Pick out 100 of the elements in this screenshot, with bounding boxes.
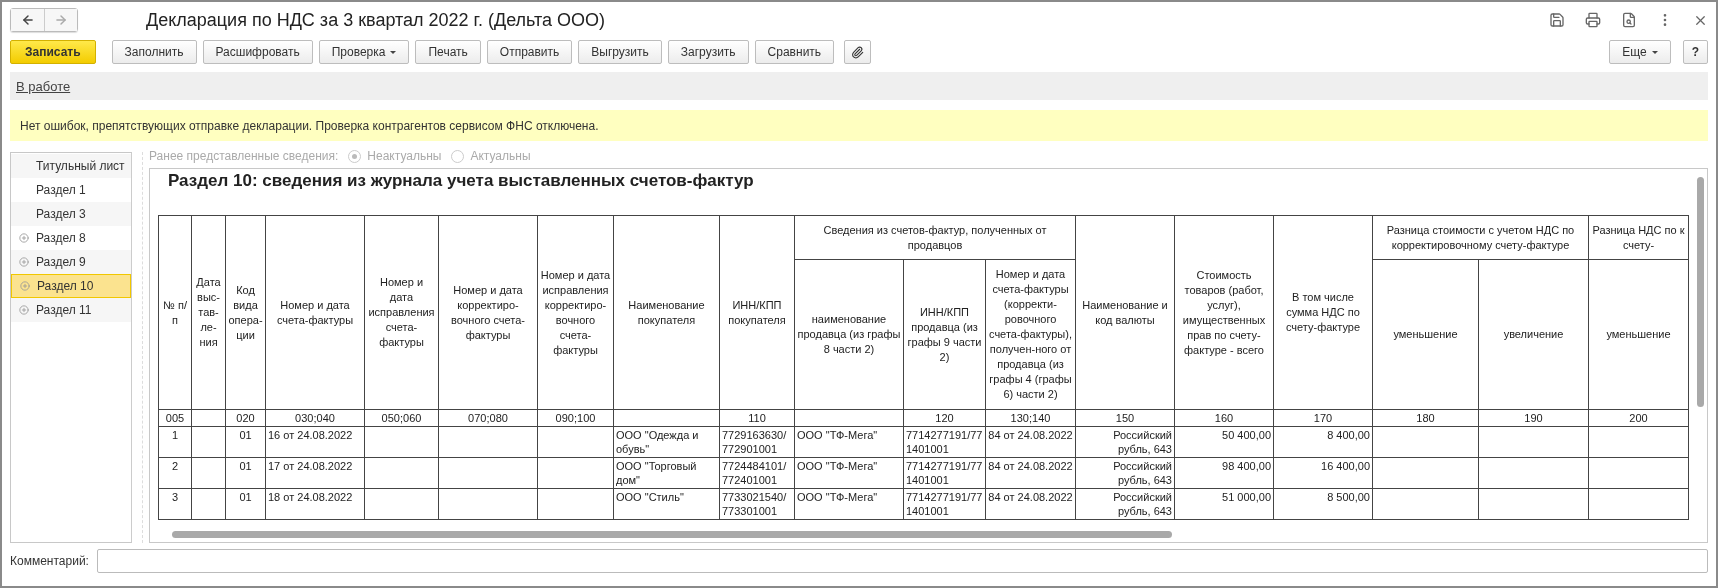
table-cell: 01 <box>225 426 266 458</box>
sidebar-item[interactable]: Раздел 11 <box>11 298 131 322</box>
sidebar-item[interactable]: Раздел 10 <box>11 274 131 298</box>
code-cell: 110 <box>719 409 795 427</box>
table-cell: 1 <box>158 426 192 458</box>
radio-group-label: Ранее представленные сведения: <box>149 149 339 163</box>
table-cell: 7714277191/771401001 <box>903 426 986 458</box>
expand-icon[interactable] <box>19 257 29 267</box>
expand-icon[interactable] <box>19 305 29 315</box>
table-cell: 7729163630/772901001 <box>719 426 795 458</box>
sidebar-item[interactable]: Раздел 8 <box>11 226 131 250</box>
table-cell: 3 <box>158 488 192 520</box>
header-cell: уменьшение <box>1372 259 1479 410</box>
header-cell: В том числе сумма НДС по счету-фактуре <box>1273 215 1373 410</box>
code-cell: 090;100 <box>537 409 614 427</box>
header-cell: Наименование покупателя <box>613 215 720 410</box>
code-cell: 190 <box>1478 409 1589 427</box>
header-cell: Наименование и код валюты <box>1075 215 1175 410</box>
table-cell: ООО "ТФ-Мега" <box>794 426 904 458</box>
table-cell: ООО "Торговый дом" <box>613 457 720 489</box>
table-cell: 50 400,00 <box>1174 426 1274 458</box>
toolbar-button[interactable]: Загрузить <box>667 40 749 64</box>
caret-icon <box>1651 50 1658 54</box>
expand-icon[interactable] <box>20 281 30 291</box>
sidebar-item[interactable]: Раздел 9 <box>11 250 131 274</box>
header-cell: увеличение <box>1478 259 1589 410</box>
toolbar-button[interactable]: Заполнить <box>111 40 197 64</box>
notice-text: Нет ошибок, препятствующих отправке декларации. Проверка контрагентов сервисом ФНС отключена. <box>10 110 1708 141</box>
table-cell: 17 от 24.08.2022 <box>265 457 365 489</box>
header-cell: № п/п <box>158 215 192 410</box>
table-cell: Российский рубль, 643 <box>1075 457 1175 489</box>
table-cell: 84 от 24.08.2022 <box>985 488 1076 520</box>
preview-icon[interactable] <box>1621 12 1637 28</box>
table-cell: 7724484101/772401001 <box>719 457 795 489</box>
code-cell: 200 <box>1588 409 1689 427</box>
header-cell: Номер и дата исправления корректиро-вочного счета-фактуры <box>537 215 614 410</box>
header-cell: Сведения из счетов-фактур, полученных от продавцов <box>794 215 1076 260</box>
header-cell: ИНН/КПП покупателя <box>719 215 795 410</box>
header-cell: уменьшение <box>1588 259 1689 410</box>
code-cell: 120 <box>903 409 986 427</box>
header-cell: Разница стоимости с учетом НДС по корректировочному счету-фактуре <box>1372 215 1589 260</box>
print-icon[interactable] <box>1585 12 1601 28</box>
code-cell: 005 <box>158 409 192 427</box>
table-cell: Российский рубль, 643 <box>1075 426 1175 458</box>
table-cell: Российский рубль, 643 <box>1075 488 1175 520</box>
header-cell: Номер и дата счета-фактуры <box>265 215 365 410</box>
header-cell: Номер и дата корректиро-вочного счета-фактуры <box>438 215 538 410</box>
sidebar-item[interactable]: Титульный лист <box>11 154 131 178</box>
header-cell: Код вида опера-ции <box>225 215 266 410</box>
status-link[interactable]: В работе <box>16 78 71 94</box>
code-cell: 170 <box>1273 409 1373 427</box>
dropdown-button[interactable]: Проверка <box>318 40 410 64</box>
header-cell: ИНН/КПП продавца (из графы 9 части 2) <box>903 259 986 410</box>
help-button[interactable]: ? <box>1682 40 1708 64</box>
code-cell: 020 <box>225 409 266 427</box>
table-cell: ООО "ТФ-Мега" <box>794 488 904 520</box>
table-cell: 18 от 24.08.2022 <box>265 488 365 520</box>
table-cell: ООО "Стиль" <box>613 488 720 520</box>
table-cell: 98 400,00 <box>1174 457 1274 489</box>
report-title: Раздел 10: сведения из журнала учета выставленных счетов-фактур <box>167 171 755 192</box>
header-cell: Номер и дата исправления счета-фактуры <box>364 215 439 410</box>
table-cell: 51 000,00 <box>1174 488 1274 520</box>
caret-icon <box>390 50 397 54</box>
toolbar-button[interactable]: Записать <box>10 40 96 64</box>
table-cell: 7714277191/771401001 <box>903 457 986 489</box>
table-cell: 16 от 24.08.2022 <box>265 426 365 458</box>
comment-label: Комментарий: <box>10 554 89 568</box>
code-cell: 130;140 <box>985 409 1076 427</box>
toolbar-button[interactable]: Расшифровать <box>202 40 313 64</box>
toolbar-button[interactable]: Отправить <box>486 40 573 64</box>
code-cell: 030;040 <box>265 409 365 427</box>
comment-field[interactable] <box>96 549 1708 573</box>
sidebar-item[interactable]: Раздел 3 <box>11 202 131 226</box>
table-cell: ООО "ТФ-Мега" <box>794 457 904 489</box>
table-cell: 01 <box>225 457 266 489</box>
table-cell: 01 <box>225 488 266 520</box>
header-cell: Разница НДС по к счету- <box>1588 215 1689 260</box>
code-cell: 180 <box>1372 409 1479 427</box>
table-cell: 7733021540/773301001 <box>719 488 795 520</box>
table-cell: 8 500,00 <box>1273 488 1373 520</box>
code-cell: 050;060 <box>364 409 439 427</box>
table-cell: ООО "Одежда и обувь" <box>613 426 720 458</box>
table-cell: 2 <box>158 457 192 489</box>
toolbar-button[interactable]: Выгрузить <box>578 40 662 64</box>
dropdown-button[interactable]: Еще <box>1609 40 1671 64</box>
back-button[interactable] <box>11 9 44 31</box>
paperclip-icon <box>851 45 865 59</box>
code-cell: 150 <box>1075 409 1175 427</box>
table-cell: 8 400,00 <box>1273 426 1373 458</box>
save-icon[interactable] <box>1549 12 1565 28</box>
code-cell: 160 <box>1174 409 1274 427</box>
toolbar-button[interactable]: Сравнить <box>754 40 835 64</box>
header-cell: наименование продавца (из графы 8 части 2) <box>794 259 904 410</box>
table-cell: 16 400,00 <box>1273 457 1373 489</box>
toolbar-button[interactable]: Печать <box>415 40 481 64</box>
expand-icon[interactable] <box>19 233 29 243</box>
sidebar-item[interactable]: Раздел 1 <box>11 178 131 202</box>
window-title: Декларация по НДС за 3 квартал 2022 г. (Дельта ООО) <box>146 9 607 31</box>
header-cell: Дата выс-тав-ле-ния <box>191 215 226 410</box>
attach-button[interactable] <box>844 40 872 64</box>
